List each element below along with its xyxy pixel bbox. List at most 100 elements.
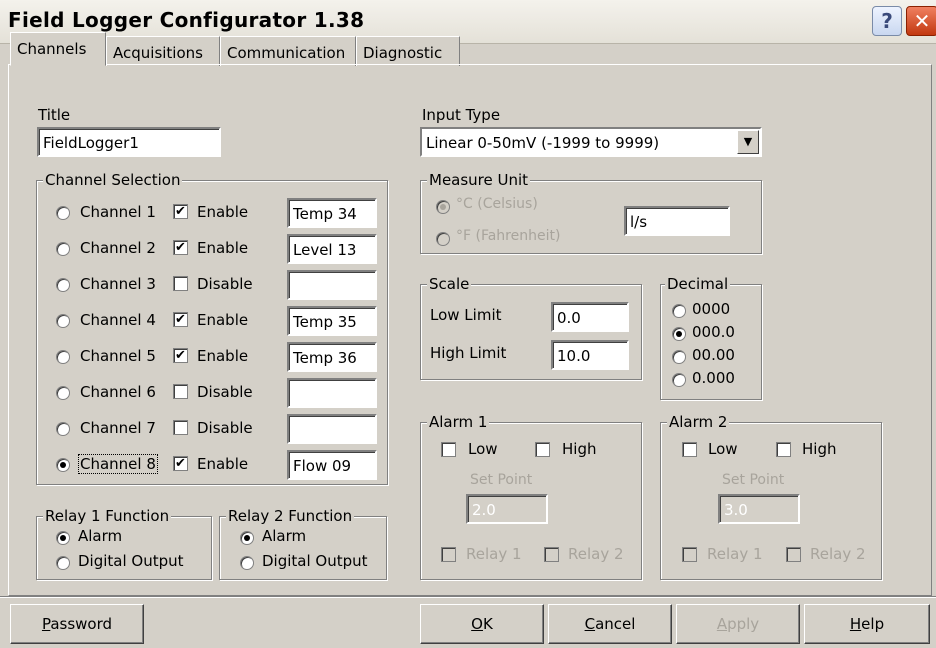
alarm-2-high-checkbox[interactable] [776, 442, 791, 457]
ok-button[interactable]: OK [420, 604, 544, 644]
channel-6-name-input[interactable] [287, 378, 377, 408]
channel-6-checkbox[interactable] [173, 384, 188, 399]
ok-mnemonic: O [471, 615, 483, 633]
alarm-1-high-checkbox[interactable] [535, 442, 550, 457]
channel-7-radio[interactable] [56, 422, 70, 436]
relay-2-digital-output-radio[interactable] [240, 556, 254, 570]
relay-1-digital-output-label: Digital Output [78, 552, 184, 570]
celsius-radio[interactable] [436, 200, 450, 214]
help-button[interactable]: Help [804, 604, 930, 644]
alarm-2-set-point-label: Set Point [722, 472, 785, 488]
channel-8-checkbox[interactable]: ✔ [173, 456, 188, 471]
channel-3-name-input[interactable] [287, 270, 377, 300]
relay-1-function-label: Relay 1 Function [43, 507, 172, 525]
decimal-000-0-label: 000.0 [692, 323, 735, 341]
fahrenheit-label: °F (Fahrenheit) [456, 228, 561, 244]
channel-4-name-input[interactable]: Temp 35 [287, 306, 377, 336]
relay-2-function-label: Relay 2 Function [226, 507, 355, 525]
alarm-1-relay-1-label: Relay 1 [466, 545, 522, 563]
tab-diagnostic[interactable]: Diagnostic [356, 36, 460, 66]
decimal-0000-label: 0000 [692, 300, 731, 318]
channel-8-name-input[interactable]: Flow 09 [287, 450, 377, 480]
tab-channels[interactable]: Channels [10, 32, 106, 66]
alarm-1-relay-2-checkbox[interactable] [544, 547, 559, 562]
alarm-1-relay-1-checkbox[interactable] [441, 547, 456, 562]
alarm-1-label: Alarm 1 [427, 413, 490, 431]
channel-6-radio[interactable] [56, 386, 70, 400]
high-limit-input[interactable]: 10.0 [551, 340, 629, 370]
channel-selection-label: Channel Selection [43, 171, 183, 189]
decimal-label: Decimal [665, 275, 731, 293]
channel-3-checkbox[interactable] [173, 276, 188, 291]
channel-6-state: Disable [197, 383, 253, 401]
channel-7-name-input[interactable] [287, 414, 377, 444]
decimal-00-00-label: 00.00 [692, 346, 735, 364]
chevron-down-icon[interactable]: ▼ [737, 130, 759, 154]
title-label: Title [38, 106, 71, 124]
decimal-00-00-radio[interactable] [672, 350, 686, 364]
apply-button[interactable]: Apply [676, 604, 800, 644]
channel-7-checkbox[interactable] [173, 420, 188, 435]
relay-2-digital-output-label: Digital Output [262, 552, 368, 570]
channel-3-radio[interactable] [56, 278, 70, 292]
password-label: assword [50, 615, 113, 633]
channel-4-radio[interactable] [56, 314, 70, 328]
channel-2-radio[interactable] [56, 242, 70, 256]
channel-8-label: Channel 8 [78, 454, 158, 474]
relay-2-alarm-radio[interactable] [240, 531, 254, 545]
channel-6-label: Channel 6 [80, 383, 156, 401]
title-input[interactable]: FieldLogger1 [37, 127, 221, 157]
fahrenheit-radio[interactable] [436, 232, 450, 246]
input-type-label: Input Type [422, 106, 501, 124]
channel-3-state: Disable [197, 275, 253, 293]
relay-1-digital-output-radio[interactable] [56, 556, 70, 570]
decimal-000-0-radio[interactable] [672, 327, 686, 341]
channel-8-state: Enable [197, 455, 249, 473]
password-button[interactable]: Password [10, 604, 144, 644]
footer-divider [0, 596, 936, 598]
channel-1-label: Channel 1 [80, 203, 156, 221]
alarm-2-relay-2-checkbox[interactable] [786, 547, 801, 562]
help-label: elp [861, 615, 885, 633]
alarm-2-set-point-input[interactable]: 3.0 [718, 494, 800, 524]
cancel-mnemonic: C [584, 615, 596, 633]
relay-1-function-group: Relay 1 Function [36, 507, 212, 580]
celsius-label: °C (Celsius) [456, 196, 538, 212]
relay-2-alarm-label: Alarm [262, 527, 307, 545]
cancel-button[interactable]: Cancel [548, 604, 672, 644]
channel-1-radio[interactable] [56, 206, 70, 220]
channel-2-checkbox[interactable]: ✔ [173, 240, 188, 255]
configurator-window: Field Logger Configurator 1.38 ? ✕ Chann… [0, 0, 936, 648]
channel-1-name-input[interactable]: Temp 34 [287, 198, 377, 228]
cancel-label: ancel [595, 615, 636, 633]
alarm-1-set-point-input[interactable]: 2.0 [466, 494, 548, 524]
channel-3-label: Channel 3 [80, 275, 156, 293]
alarm-1-high-label: High [562, 440, 597, 458]
decimal-0000-radio[interactable] [672, 304, 686, 318]
low-limit-input[interactable]: 0.0 [551, 302, 629, 332]
measure-unit-input[interactable]: l/s [624, 206, 730, 236]
channel-2-name-input[interactable]: Level 13 [287, 234, 377, 264]
alarm-2-high-label: High [802, 440, 837, 458]
relay-1-alarm-radio[interactable] [56, 531, 70, 545]
channel-5-radio[interactable] [56, 350, 70, 364]
channel-8-radio[interactable] [56, 458, 70, 472]
close-button[interactable]: ✕ [906, 6, 936, 36]
channel-2-label: Channel 2 [80, 239, 156, 257]
tab-acquisitions[interactable]: Acquisitions [106, 36, 220, 66]
alarm-2-relay-1-label: Relay 1 [707, 545, 763, 563]
channel-5-name-input[interactable]: Temp 36 [287, 342, 377, 372]
relay-1-alarm-label: Alarm [78, 527, 123, 545]
decimal-0-000-radio[interactable] [672, 373, 686, 387]
alarm-2-low-checkbox[interactable] [682, 442, 697, 457]
channel-1-checkbox[interactable]: ✔ [173, 204, 188, 219]
channel-4-checkbox[interactable]: ✔ [173, 312, 188, 327]
alarm-1-low-checkbox[interactable] [441, 442, 456, 457]
alarm-2-relay-1-checkbox[interactable] [682, 547, 697, 562]
channel-5-checkbox[interactable]: ✔ [173, 348, 188, 363]
apply-label: pply [727, 615, 760, 633]
input-type-select[interactable]: Linear 0-50mV (-1999 to 9999) ▼ [420, 127, 762, 157]
help-title-button[interactable]: ? [872, 6, 902, 36]
ok-label: K [482, 615, 493, 633]
tab-communication[interactable]: Communication [220, 36, 356, 66]
